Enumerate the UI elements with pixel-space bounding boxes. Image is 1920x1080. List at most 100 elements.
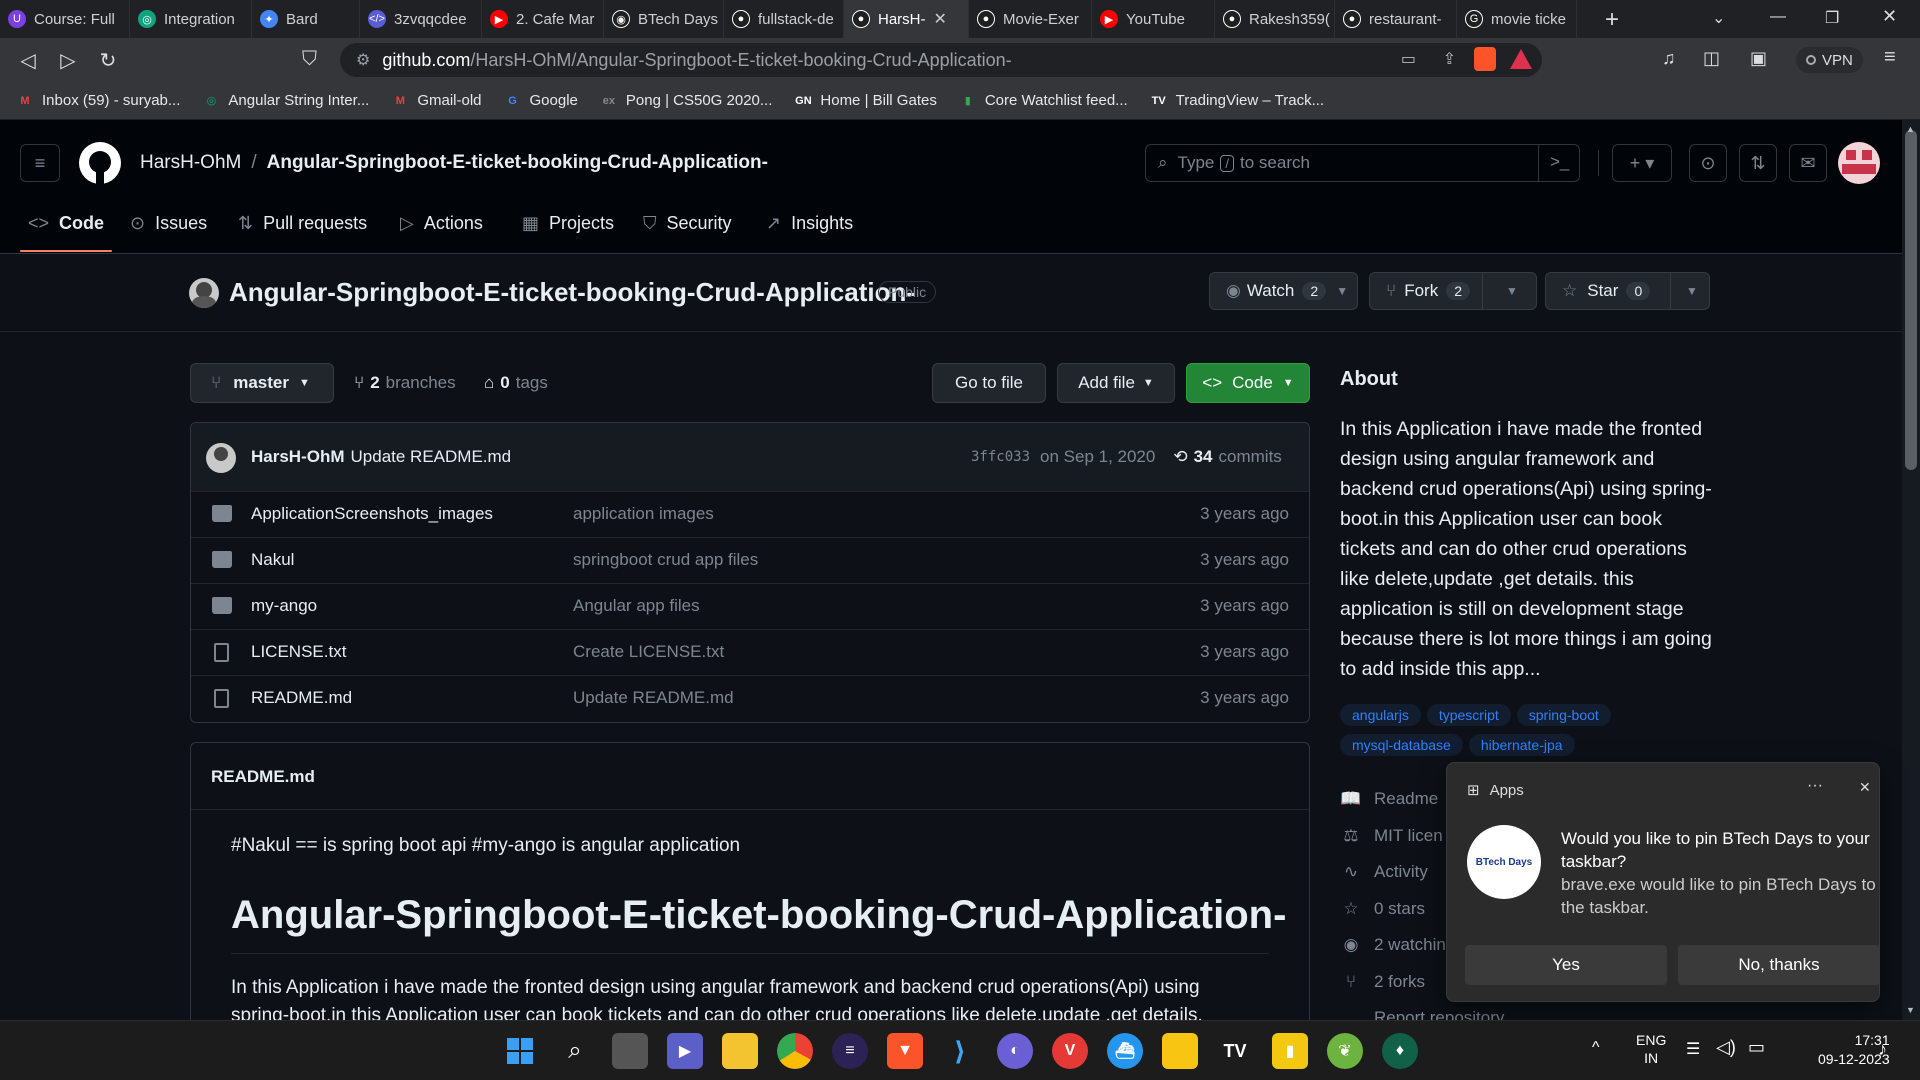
bookmark-item[interactable]: GN Home | Bill Gates — [794, 92, 937, 110]
star-button[interactable]: ☆ Star 0 ▼ — [1545, 272, 1710, 310]
about-link[interactable]: ⑂ 2 forks — [1340, 972, 1425, 992]
spring-tool-icon[interactable]: ❦ — [1327, 1033, 1363, 1069]
topic-tag[interactable]: angularjs — [1340, 704, 1421, 726]
teams-icon[interactable]: ▶ — [667, 1033, 703, 1069]
browser-tab[interactable]: ◉ BTech Days — [604, 0, 724, 38]
tab-search-chevron-icon[interactable]: ⌄ — [1712, 8, 1725, 28]
file-commit-message[interactable]: Update README.md — [573, 688, 734, 708]
topic-tag[interactable]: spring-boot — [1516, 704, 1611, 726]
tab-code[interactable]: <> Code — [28, 202, 104, 244]
branch-select[interactable]: ⑂ master ▼ — [190, 363, 334, 403]
chevron-down-icon[interactable]: ▼ — [1686, 284, 1698, 298]
window-close-icon[interactable]: ✕ — [1882, 6, 1897, 27]
about-link[interactable]: ☆ 0 stars — [1340, 899, 1425, 919]
file-row[interactable]: ApplicationScreenshots_images application… — [191, 491, 1309, 537]
bookmark-item[interactable]: G Google — [504, 92, 578, 110]
browser-tab[interactable]: ▶ 2. Cafe Mar — [482, 0, 604, 38]
file-commit-message[interactable]: springboot crud app files — [573, 550, 758, 570]
forward-icon[interactable]: ▷ — [48, 38, 88, 82]
breadcrumb-owner[interactable]: HarsH-OhM — [140, 152, 241, 174]
commit-author[interactable]: HarsH-OhM — [251, 447, 345, 467]
bookmark-item[interactable]: ▮ Core Watchlist feed... — [959, 92, 1128, 110]
start-icon[interactable] — [502, 1033, 538, 1069]
topic-tag[interactable]: hibernate-jpa — [1468, 734, 1575, 756]
bookmark-icon[interactable]: ⛉ — [302, 48, 317, 71]
tab-close-icon[interactable]: ✕ — [934, 9, 947, 29]
share-icon[interactable]: ⇪ — [1443, 49, 1456, 69]
about-link[interactable]: 📖 Readme — [1340, 789, 1438, 809]
commit-author-avatar[interactable] — [206, 443, 236, 473]
media-icon[interactable]: ♫ — [1662, 48, 1676, 69]
close-icon[interactable]: ✕ — [1859, 779, 1871, 796]
minimize-icon[interactable]: — — [1770, 8, 1786, 26]
hamburger-icon[interactable]: ≡ — [20, 144, 60, 182]
file-commit-message[interactable]: Create LICENSE.txt — [573, 642, 724, 662]
browser-tab[interactable]: </> 3zvqqcdee — [360, 0, 482, 38]
command-palette-icon[interactable]: >_ — [1550, 152, 1569, 172]
mongodb-icon[interactable]: ♦ — [1382, 1033, 1418, 1069]
docker-icon[interactable]: ⛴ — [1107, 1033, 1143, 1069]
bookmark-item[interactable]: TV TradingView – Track... — [1150, 92, 1324, 110]
notification-bell-icon[interactable]: ♪ — [1878, 1039, 1887, 1060]
no-thanks-button[interactable]: No, thanks — [1678, 945, 1880, 985]
vscode-icon[interactable]: ⟩ — [942, 1033, 978, 1069]
yes-button[interactable]: Yes — [1465, 945, 1667, 985]
file-commit-message[interactable]: application images — [573, 504, 714, 524]
wifi-icon[interactable]: ☰ — [1686, 1039, 1700, 1059]
browser-tab[interactable]: ▶ YouTube — [1092, 0, 1215, 38]
chrome-icon[interactable] — [777, 1033, 813, 1069]
site-info-icon[interactable]: ⚙ — [356, 50, 370, 70]
back-icon[interactable]: ◁ — [8, 38, 48, 82]
file-name[interactable]: Nakul — [251, 550, 294, 570]
watch-button[interactable]: ◉ Watch 2 ▼ — [1209, 272, 1358, 310]
commit-count[interactable]: 34 — [1194, 447, 1213, 467]
file-name[interactable]: ApplicationScreenshots_images — [251, 504, 493, 524]
file-row[interactable]: my-ango Angular app files 3 years ago — [191, 583, 1309, 629]
app-icon[interactable]: ◐ — [997, 1033, 1033, 1069]
reload-icon[interactable]: ↻ — [88, 38, 128, 82]
topic-tag[interactable]: mysql-database — [1340, 734, 1463, 756]
keep-icon[interactable] — [1162, 1033, 1198, 1069]
github-logo-icon[interactable] — [79, 142, 121, 184]
vivaldi-icon[interactable]: V — [1052, 1033, 1088, 1069]
battery-icon[interactable]: ▭ — [1748, 1037, 1765, 1058]
sidebar-icon[interactable]: ◫ — [1703, 48, 1720, 69]
add-file-button[interactable]: Add file ▼ — [1057, 363, 1175, 403]
volume-icon[interactable]: ◁) — [1716, 1037, 1736, 1058]
browser-tab[interactable]: ● HarsH- ✕ — [844, 0, 969, 38]
file-explorer-icon[interactable] — [722, 1033, 758, 1069]
about-link[interactable]: ∿ Activity — [1340, 862, 1428, 882]
browser-tab[interactable]: ◎ Integration — [130, 0, 252, 38]
wallet-icon[interactable]: ▣ — [1750, 48, 1767, 69]
pull-requests-icon[interactable]: ⇅ — [1739, 144, 1777, 182]
browser-tab[interactable]: ● restaurant- — [1335, 0, 1457, 38]
about-link[interactable]: ◉ 2 watchin — [1340, 935, 1446, 955]
inbox-icon[interactable]: ✉ — [1789, 144, 1827, 182]
file-commit-message[interactable]: Angular app files — [573, 596, 700, 616]
about-link[interactable]: ⚖ MIT licen — [1340, 826, 1442, 846]
bookmark-item[interactable]: M Inbox (59) - suryab... — [16, 92, 180, 110]
address-bar[interactable]: ⚙ github.com/HarsH-OhM/Angular-Springboo… — [340, 43, 1542, 77]
chevron-down-icon[interactable]: ▼ — [1506, 284, 1518, 298]
eclipse-icon[interactable]: ≡ — [832, 1033, 868, 1069]
topic-tag[interactable]: typescript — [1426, 704, 1511, 726]
new-tab-icon[interactable]: + — [1605, 6, 1619, 34]
brave-shields-icon[interactable] — [1474, 47, 1496, 71]
bookmark-item[interactable]: ex Pong | CS50G 2020... — [600, 92, 773, 110]
show-hidden-icons-icon[interactable]: ^ — [1592, 1039, 1600, 1057]
bookmark-item[interactable]: M Gmail-old — [391, 92, 482, 110]
fork-button[interactable]: ⑂ Fork 2 ▼ — [1369, 272, 1537, 310]
tab-insights[interactable]: ↗ Insights — [766, 202, 853, 244]
file-row[interactable]: Nakul springboot crud app files 3 years ag… — [191, 537, 1309, 583]
bookmark-item[interactable]: ◎ Angular String Inter... — [202, 92, 370, 110]
brave-icon[interactable]: ▼ — [887, 1033, 923, 1069]
tags-link[interactable]: ⌂ 0 tags — [484, 373, 548, 393]
tab-pull-requests[interactable]: ⇅ Pull requests — [238, 202, 367, 244]
issues-icon[interactable]: ⊙ — [1689, 144, 1727, 182]
browser-tab[interactable]: U Course: Full — [0, 0, 130, 38]
language-indicator[interactable]: ENG IN — [1636, 1031, 1666, 1067]
browser-tab[interactable]: ● Movie-Exer — [969, 0, 1092, 38]
commit-message[interactable]: Update README.md — [351, 447, 512, 467]
file-row[interactable]: LICENSE.txt Create LICENSE.txt 3 years ago — [191, 629, 1309, 675]
file-name[interactable]: LICENSE.txt — [251, 642, 346, 662]
